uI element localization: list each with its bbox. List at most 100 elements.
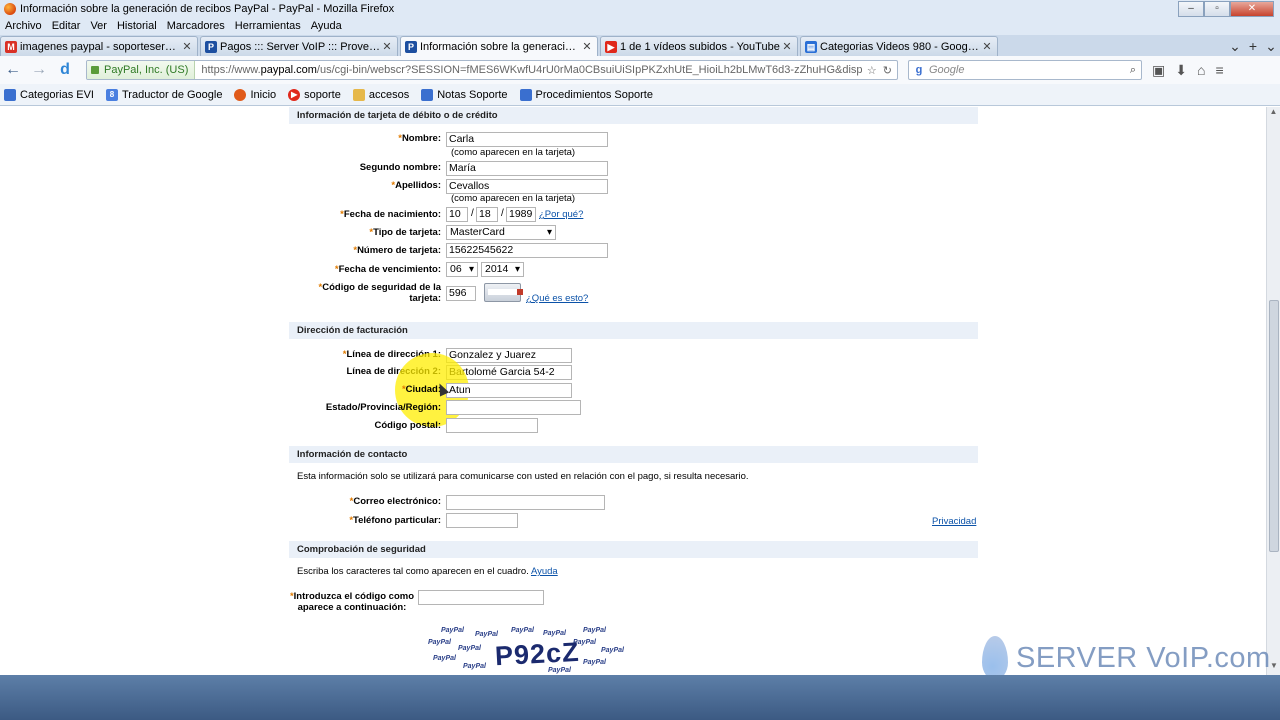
maximize-button[interactable]: ▫ — [1204, 0, 1230, 17]
menu-marcadores[interactable]: Marcadores — [162, 20, 230, 32]
search-placeholder: Google — [929, 64, 965, 76]
paypal-icon: P — [405, 40, 417, 53]
codigo-seguridad-field[interactable]: 596 — [446, 286, 476, 301]
codigo-postal-field[interactable] — [446, 418, 538, 433]
bookmark-notas-soporte[interactable]: Notas Soporte — [417, 88, 508, 101]
search-bar[interactable]: g Google ⌕ — [908, 60, 1142, 80]
linea1-field[interactable]: Gonzalez y Juarez — [446, 348, 572, 363]
scroll-up-icon[interactable]: ▲ — [1267, 107, 1280, 121]
close-tab-icon[interactable]: ✕ — [781, 40, 793, 53]
tab-gmail[interactable]: M imagenes paypal - soporteservervoip...… — [0, 36, 198, 56]
captcha-field[interactable] — [418, 590, 544, 605]
que-es-esto-link[interactable]: ¿Qué es esto? — [526, 293, 588, 304]
menu-ver[interactable]: Ver — [85, 20, 112, 32]
bookmark-label: Categorias EVI — [20, 88, 94, 101]
extension-icon[interactable]: d — [52, 61, 78, 79]
bookmark-inicio[interactable]: Inicio — [230, 88, 276, 101]
close-tab-icon[interactable]: ✕ — [981, 40, 993, 53]
download-icon[interactable]: ⬇ — [1175, 62, 1187, 79]
segundo-nombre-label: Segundo nombre: — [359, 162, 441, 173]
url-bar[interactable]: PayPal, Inc. (US) https://www.paypal.com… — [86, 60, 898, 80]
ciudad-field[interactable]: Atun — [446, 383, 572, 398]
home-icon[interactable]: ⌂ — [1197, 62, 1205, 79]
page-icon — [421, 88, 434, 101]
addon-icon[interactable]: ▣ — [1152, 62, 1165, 79]
tipo-tarjeta-select[interactable]: MasterCard — [446, 225, 556, 240]
back-arrow-icon[interactable]: ← — [0, 61, 26, 79]
minimize-button[interactable]: – — [1178, 0, 1204, 17]
window-title: Información sobre la generación de recib… — [20, 2, 395, 15]
vencimiento-label: *Fecha de vencimiento: — [334, 264, 441, 275]
tab-paypal-active[interactable]: P Información sobre la generación de r..… — [400, 36, 598, 56]
tab-label: Pagos ::: Server VoIP ::: Proveedor de .… — [220, 40, 381, 53]
menu-herramientas[interactable]: Herramientas — [230, 20, 306, 32]
por-que-link[interactable]: ¿Por qué? — [539, 209, 583, 220]
close-tab-icon[interactable]: ✕ — [381, 40, 393, 53]
segundo-nombre-field[interactable]: María — [446, 161, 608, 176]
estado-field[interactable] — [446, 400, 581, 415]
bookmark-accesos[interactable]: accesos — [349, 88, 409, 101]
tab-label: Categorias Videos 980 - Google Drive — [820, 40, 981, 53]
folder-icon — [352, 88, 365, 101]
close-tab-icon[interactable]: ✕ — [181, 40, 193, 53]
tab-list-icon[interactable]: ⌄ — [1262, 38, 1280, 55]
security-instructions: Escriba los caracteres tal como aparecen… — [297, 566, 558, 577]
google-icon: 8 — [105, 88, 118, 101]
section-contact-title: Información de contacto — [289, 446, 978, 463]
privacidad-link[interactable]: Privacidad — [932, 516, 976, 527]
chevron-down-icon[interactable]: ⌄ — [1226, 38, 1244, 55]
tab-youtube[interactable]: ▶ 1 de 1 vídeos subidos - YouTube ✕ — [600, 36, 798, 56]
birth-month-field[interactable]: 10 — [446, 207, 468, 222]
birth-year-field[interactable]: 1989 — [506, 207, 536, 222]
menu-icon[interactable]: ≡ — [1215, 62, 1223, 79]
menu-ayuda[interactable]: Ayuda — [306, 20, 347, 32]
nombre-label: *Nombre: — [398, 133, 441, 144]
tab-pagos[interactable]: P Pagos ::: Server VoIP ::: Proveedor de… — [200, 36, 398, 56]
close-window-button[interactable]: ✕ — [1230, 0, 1274, 17]
reload-icon[interactable]: ↻ — [883, 64, 892, 77]
nombre-field[interactable]: Carla — [446, 132, 608, 147]
google-icon[interactable]: g — [909, 64, 929, 76]
menu-historial[interactable]: Historial — [112, 20, 162, 32]
page-content: Información de tarjeta de débito o de cr… — [0, 107, 1266, 675]
scroll-thumb[interactable] — [1269, 300, 1279, 552]
bookmark-traductor[interactable]: 8 Traductor de Google — [102, 88, 223, 101]
ayuda-link[interactable]: Ayuda — [531, 566, 558, 577]
birth-day-field[interactable]: 18 — [476, 207, 498, 222]
venc-month-select[interactable]: 06 — [446, 262, 478, 277]
site-icon — [234, 88, 247, 101]
bookmark-label: Traductor de Google — [121, 88, 223, 101]
star-icon[interactable]: ☆ — [867, 64, 877, 77]
telefono-field[interactable] — [446, 513, 518, 528]
menu-archivo[interactable]: Archivo — [0, 20, 47, 32]
vertical-scrollbar[interactable]: ▲ ▼ — [1266, 107, 1280, 675]
url-text[interactable]: https://www.paypal.com/us/cgi-bin/webscr… — [195, 64, 862, 76]
numero-tarjeta-field[interactable]: 15622545622 — [446, 243, 608, 258]
search-icon[interactable]: ⌕ — [1125, 64, 1141, 77]
venc-year-select[interactable]: 2014 — [481, 262, 524, 277]
url-rest: /us/cgi-bin/webscr?SESSION=fMES6WKwfU4rU… — [316, 64, 862, 76]
section-card-title: Información de tarjeta de débito o de cr… — [289, 107, 978, 124]
url-prefix: https://www. — [201, 64, 261, 76]
bookmark-categorias-evi[interactable]: Categorias EVI — [0, 88, 94, 101]
identity-label: PayPal, Inc. (US) — [104, 64, 189, 76]
close-tab-icon[interactable]: ✕ — [581, 40, 593, 53]
bookmark-soporte[interactable]: ▶ soporte — [284, 88, 341, 101]
window-titlebar: Información sobre la generación de recib… — [0, 0, 1280, 17]
contact-description: Esta información solo se utilizará para … — [297, 471, 749, 482]
page-icon — [519, 88, 532, 101]
bookmarks-bar: Categorias EVI 8 Traductor de Google Inic… — [0, 84, 1280, 106]
tab-label: 1 de 1 vídeos subidos - YouTube — [620, 40, 780, 53]
navigation-bar: ← → d PayPal, Inc. (US) https://www.payp… — [0, 56, 1280, 84]
menu-editar[interactable]: Editar — [47, 20, 86, 32]
firefox-icon — [4, 2, 16, 15]
forward-arrow-icon[interactable]: → — [26, 61, 52, 79]
correo-field[interactable] — [446, 495, 605, 510]
bookmark-procedimientos[interactable]: Procedimientos Soporte — [516, 88, 653, 101]
site-identity[interactable]: PayPal, Inc. (US) — [87, 61, 196, 79]
apellidos-field[interactable]: Cevallos — [446, 179, 608, 194]
paypal-icon: P — [205, 40, 217, 53]
tab-drive[interactable]: ▤ Categorias Videos 980 - Google Drive ✕ — [800, 36, 998, 56]
tab-tools: ⌄ + ⌄ — [1226, 36, 1280, 56]
new-tab-icon[interactable]: + — [1244, 38, 1262, 54]
